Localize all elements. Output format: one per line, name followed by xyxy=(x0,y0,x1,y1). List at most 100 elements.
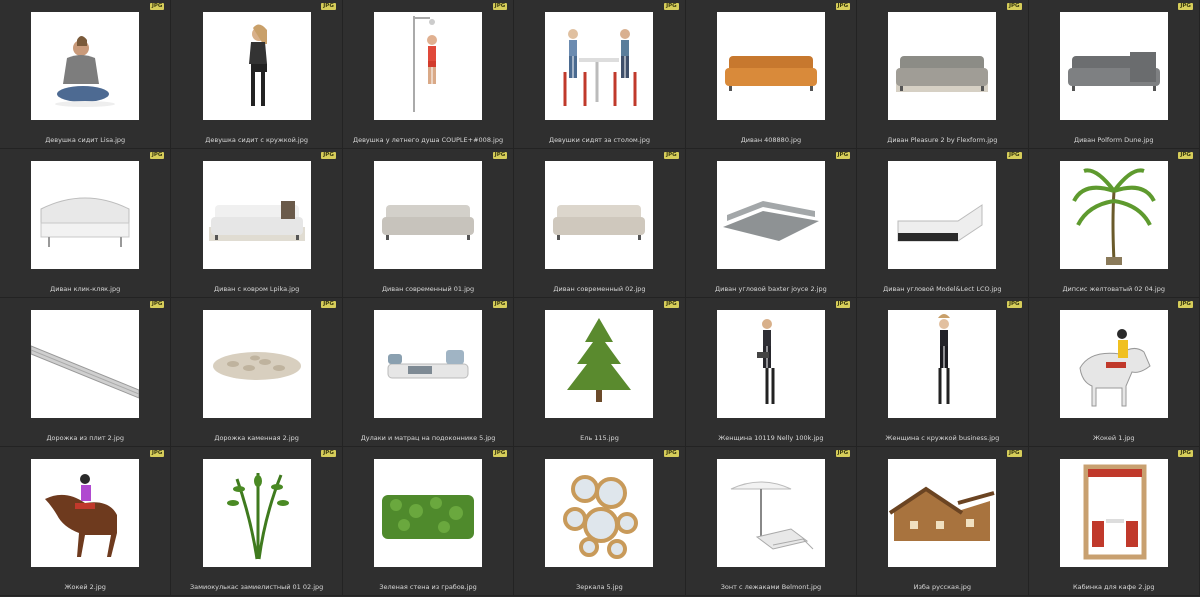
woman-shower-icon xyxy=(374,12,483,120)
file-thumbnail-item[interactable]: JPG Замиокулькас замиелистный 01 02.jpg xyxy=(171,447,343,596)
file-name-label: Дорожка каменная 2.jpg xyxy=(214,434,299,442)
fir-tree-icon xyxy=(545,310,654,418)
file-thumbnail-item[interactable]: JPG Диван угловой Model&Lect LCO.jpg xyxy=(857,149,1029,298)
file-thumbnail-item[interactable]: JPG Дорожка из плит 2.jpg xyxy=(0,298,172,447)
mattress-icon xyxy=(374,310,483,418)
file-thumbnail-item[interactable]: JPG Изба русская.jpg xyxy=(857,447,1029,596)
woman-tablet-icon xyxy=(716,310,825,418)
sofa-grey-corner-icon xyxy=(1059,12,1168,120)
green-hedge-icon xyxy=(374,459,483,567)
file-type-badge: JPG xyxy=(492,3,508,10)
file-thumbnail-item[interactable]: JPG Диван Pleasure 2 by Flexform.jpg xyxy=(857,0,1029,149)
file-thumbnail-item[interactable]: JPG Дорожка каменная 2.jpg xyxy=(171,298,343,447)
file-thumbnail-item[interactable]: JPG Ель 115.jpg xyxy=(514,298,686,447)
palm-icon xyxy=(1059,161,1168,269)
file-thumbnail-item[interactable]: JPG Диван клик-кляк.jpg xyxy=(0,149,172,298)
path-slabs-icon xyxy=(31,310,140,418)
file-type-badge: JPG xyxy=(664,3,679,10)
woman-sitting-icon xyxy=(31,12,140,120)
file-name-label: Диван угловой Model&Lect LCO.jpg xyxy=(883,285,1002,293)
file-type-badge: JPG xyxy=(149,450,165,457)
file-thumbnail-item[interactable]: JPG Девушка сидит Lisa.jpg xyxy=(0,0,172,149)
file-thumbnail-item[interactable]: JPG Жокей 1.jpg xyxy=(1028,298,1200,447)
file-type-badge: JPG xyxy=(492,450,508,457)
file-thumbnail-item[interactable]: JPG Диван 408880.jpg xyxy=(685,0,858,149)
mirrors-icon xyxy=(545,459,654,567)
file-thumbnail-item[interactable]: JPG Дипсис желтоватый 02 04.jpg xyxy=(1028,149,1200,298)
sofa-grey-icon xyxy=(888,12,997,120)
file-name-label: Кабинка для кафе 2.jpg xyxy=(1073,583,1155,591)
file-type-badge: JPG xyxy=(1006,450,1022,457)
file-thumbnail-item[interactable]: JPG Зонт с лежаками Belmont.jpg xyxy=(685,447,858,596)
file-thumbnail-item[interactable]: JPG Женщина с кружкой business.jpg xyxy=(857,298,1029,447)
sofa-beige-icon xyxy=(374,161,483,269)
file-name-label: Диван угловой baxter joyce 2.jpg xyxy=(715,285,827,293)
umbrella-loungers-icon xyxy=(716,459,825,567)
file-thumbnail-item[interactable]: JPG Диван Polform Dune.jpg xyxy=(1028,0,1200,149)
file-thumbnail-item[interactable]: JPG Диван с ковром Lpika.jpg xyxy=(171,149,343,298)
file-thumbnail-item[interactable]: JPG Зеленая стена из грабов.jpg xyxy=(342,447,515,596)
file-name-label: Женщина 10119 Nelly 100k.jpg xyxy=(718,434,824,442)
file-name-label: Диван 408880.jpg xyxy=(740,136,802,144)
file-name-label: Жокей 1.jpg xyxy=(1093,434,1135,442)
cafe-booth-icon xyxy=(1059,459,1168,567)
sofa-white-curved-icon xyxy=(31,161,140,269)
woman-sitting-mug-icon xyxy=(202,12,311,120)
file-type-badge: JPG xyxy=(1006,3,1022,10)
file-thumbnail-item[interactable]: JPG Женщина 10119 Nelly 100k.jpg xyxy=(685,298,858,447)
file-type-badge: JPG xyxy=(321,3,336,10)
file-name-label: Ель 115.jpg xyxy=(580,434,619,442)
file-name-label: Девушка сидит с кружкой.jpg xyxy=(205,136,308,144)
file-name-label: Девушки сидят за столом.jpg xyxy=(548,136,650,144)
path-stones-icon xyxy=(202,310,311,418)
file-name-label: Жокей 2.jpg xyxy=(64,583,106,591)
file-name-label: Диван современный 02.jpg xyxy=(553,285,646,293)
log-house-icon xyxy=(888,459,997,567)
file-thumbnail-item[interactable]: JPG Девушка у летнего душа COUPLE+#008.jp… xyxy=(342,0,515,149)
file-name-label: Зеркала 5.jpg xyxy=(576,583,623,591)
woman-business-icon xyxy=(888,310,997,418)
file-type-badge: JPG xyxy=(1178,152,1193,159)
file-name-label: Диван с ковром Lpika.jpg xyxy=(214,285,300,293)
file-thumbnail-item[interactable]: JPG Зеркала 5.jpg xyxy=(514,447,686,596)
zamioculcas-icon xyxy=(202,459,311,567)
file-type-badge: JPG xyxy=(1006,152,1022,159)
sofa-white-rug-icon xyxy=(202,161,311,269)
file-name-label: Девушка сидит Lisa.jpg xyxy=(45,136,126,144)
file-type-badge: JPG xyxy=(149,301,165,308)
file-thumbnail-item[interactable]: JPG Кабинка для кафе 2.jpg xyxy=(1028,447,1200,596)
file-type-badge: JPG xyxy=(835,3,851,10)
file-thumbnail-item[interactable]: JPG Диван современный 02.jpg xyxy=(514,149,686,298)
sofa-corner-white-icon xyxy=(888,161,997,269)
file-type-badge: JPG xyxy=(835,152,851,159)
file-type-badge: JPG xyxy=(149,3,165,10)
file-name-label: Дулаки и матрац на подоконнике 5.jpg xyxy=(360,434,496,442)
file-type-badge: JPG xyxy=(321,152,336,159)
sofa-corner-big-icon xyxy=(716,161,825,269)
file-name-label: Зонт с лежаками Belmont.jpg xyxy=(720,583,822,591)
file-type-badge: JPG xyxy=(835,450,851,457)
file-thumbnail-item[interactable]: JPG Девушка сидит с кружкой.jpg xyxy=(171,0,343,149)
file-thumbnail-item[interactable]: JPG Диван современный 01.jpg xyxy=(342,149,515,298)
file-type-badge: JPG xyxy=(664,301,679,308)
file-name-label: Дорожка из плит 2.jpg xyxy=(46,434,124,442)
sofa-beige-2-icon xyxy=(545,161,654,269)
file-thumbnail-grid: JPG Девушка сидит Lisa.jpg JPG Девушка сиди… xyxy=(0,0,1200,597)
file-name-label: Зеленая стена из грабов.jpg xyxy=(379,583,477,591)
file-name-label: Диван клик-кляк.jpg xyxy=(50,285,121,293)
jockey-brown-horse-icon xyxy=(31,459,140,567)
file-type-badge: JPG xyxy=(492,152,508,159)
women-table-icon xyxy=(545,12,654,120)
jockey-white-horse-icon xyxy=(1059,310,1168,418)
file-name-label: Диван Pleasure 2 by Flexform.jpg xyxy=(887,136,998,144)
file-thumbnail-item[interactable]: JPG Девушки сидят за столом.jpg xyxy=(514,0,686,149)
file-thumbnail-item[interactable]: JPG Жокей 2.jpg xyxy=(0,447,172,596)
file-thumbnail-item[interactable]: JPG Диван угловой baxter joyce 2.jpg xyxy=(685,149,858,298)
file-name-label: Дипсис желтоватый 02 04.jpg xyxy=(1062,285,1165,293)
file-type-badge: JPG xyxy=(1178,301,1193,308)
file-thumbnail-item[interactable]: JPG Дулаки и матрац на подоконнике 5.jpg xyxy=(342,298,515,447)
file-name-label: Диван Polform Dune.jpg xyxy=(1073,136,1154,144)
file-type-badge: JPG xyxy=(664,152,679,159)
file-type-badge: JPG xyxy=(664,450,679,457)
file-type-badge: JPG xyxy=(1006,301,1022,308)
